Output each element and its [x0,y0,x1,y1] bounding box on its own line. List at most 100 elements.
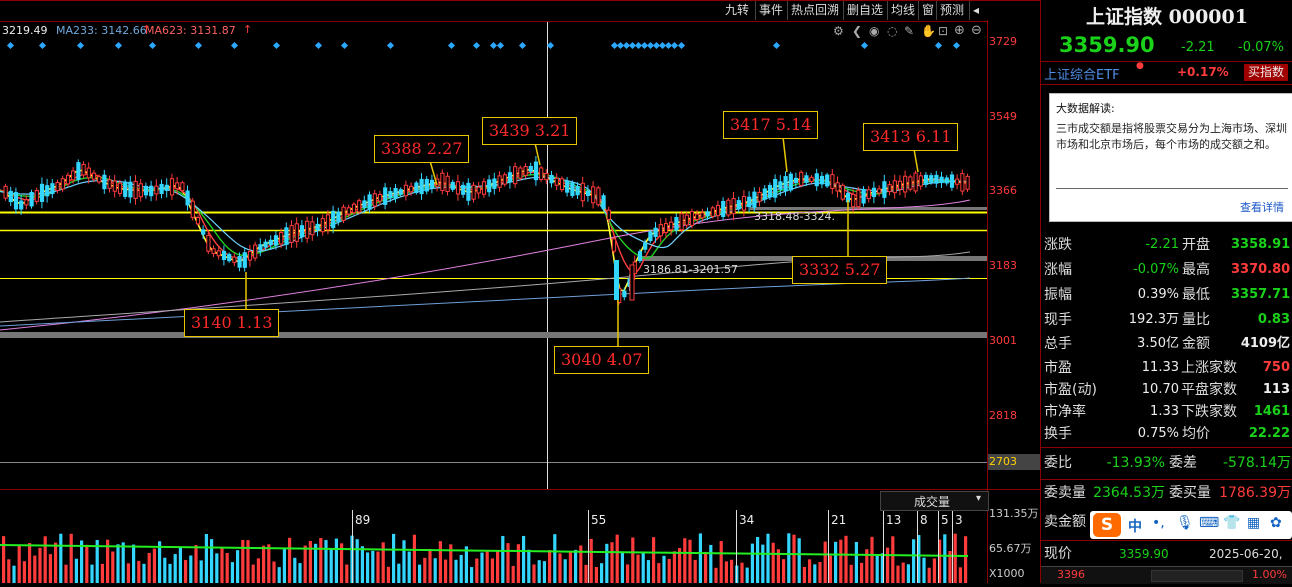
candle-body [731,198,736,215]
volume-bar [288,537,292,583]
candle-body [960,173,965,192]
eye-icon[interactable]: ◉ [869,24,879,38]
candle-body [440,172,445,192]
candle-body [601,195,606,209]
volume-bar [745,567,749,583]
buy-index-button[interactable]: 买指数 [1244,64,1288,81]
index-price: 3359.90 [1059,33,1155,57]
candle-body [362,200,367,208]
volume-bar [345,564,349,583]
candle-body [871,187,877,198]
volume-bar [438,541,442,583]
annotation-3413: 3413 6.11 [863,123,959,151]
candle-body [65,174,71,185]
toolbar-events[interactable]: 事件 [755,1,786,20]
volume-bar [256,558,260,583]
y-tick-3549: 3549 [989,110,1017,123]
hand-icon[interactable]: ✋ [921,24,936,38]
candle-body [227,253,232,262]
candle-body [721,200,726,217]
sell-volume-label: 委卖量 [1044,485,1086,501]
volume-bar [126,563,130,583]
candle-body [565,180,570,193]
skin-icon[interactable]: 👕 [1223,515,1240,531]
popup-detail-link[interactable]: 查看详情 [1240,199,1284,215]
candle-body [518,167,523,179]
quote-row: 涨幅 -0.07% 最高 3370.80 [1041,259,1292,281]
candle-body [24,199,29,206]
toolbar-ma[interactable]: 均线 [887,1,918,20]
volume-bar [808,559,812,583]
candle-body [614,260,619,300]
weibi-value: -13.93% [1106,455,1165,471]
toolbar-window[interactable]: 窗 [918,1,937,20]
toolbar-forecast[interactable]: 预测 [936,1,967,20]
quote-value: 0.39% [1137,287,1179,302]
annotation-leader [782,136,788,173]
event-diamond-icon [677,41,686,50]
volume-selector[interactable]: 成交量 ▾ [880,491,989,511]
candle-body [221,250,227,261]
volume-bar [657,563,661,583]
volume-bar [797,538,801,583]
volume-bar [277,567,281,583]
toolbar-hotspot[interactable]: 热点回溯 [787,1,842,20]
sogou-logo-icon[interactable]: S [1093,513,1121,537]
candle-body [336,211,341,222]
toolbox-icon[interactable]: ▦ [1247,515,1260,531]
candle-body [305,220,310,239]
ime-lang-toggle[interactable]: 中 [1128,516,1142,536]
chevron-icon[interactable]: ❮ [852,24,862,38]
candle-body [154,185,159,195]
candle-body [357,200,362,213]
volume-bar [927,567,931,583]
settings-icon[interactable]: ⚙ [833,24,844,38]
candle-body [294,223,299,242]
quote-value: 0.75% [1137,426,1179,441]
candle-body [497,175,502,188]
hide-icon[interactable]: ◌ [887,24,897,38]
keyboard-icon[interactable]: ⌨ [1199,515,1219,531]
volume-bar [293,557,297,583]
zoom-in-icon[interactable]: ⊕ [954,23,965,38]
candle-body [591,186,596,204]
pen-icon[interactable]: ✎ [904,24,914,38]
candle-body [112,180,117,192]
event-diamond-icon [772,41,781,50]
volume-bar [943,534,947,583]
lock-icon[interactable]: ⊡ [938,24,948,38]
volume-bar [641,551,645,583]
volume-bar [834,541,838,583]
toolbar-remove-watchlist[interactable]: 删自选 [843,1,886,20]
volume-bar [558,553,562,583]
event-diamond-icon [148,41,157,50]
microphone-icon[interactable]: 🎙 [1176,515,1194,531]
candle-body [3,185,8,199]
candle-body [887,184,892,193]
punctuation-icon[interactable]: •, [1152,515,1165,531]
volume-bar [100,563,104,583]
toolbar-jiuzhuan[interactable]: 九转 [722,1,752,20]
ime-toolbar[interactable]: S 中 •, 🎙 ⌨ 👕 ▦ ✿ [1090,511,1292,539]
candle-body [549,174,554,184]
candle-body [159,183,164,194]
volume-bar [506,543,510,583]
volume-bar [771,542,775,583]
quote-label: 涨跌 [1044,237,1072,253]
candle-body [320,218,325,233]
volume-bar [704,551,708,583]
candle-body [611,238,617,252]
candle-body [429,179,435,189]
quote-value: 4109亿 [1240,336,1290,351]
volume-bar [251,564,255,583]
volume-bar [501,535,505,583]
candle-body [539,167,544,181]
fib-count-8: 8 [920,513,928,527]
candle-body [778,181,783,190]
bottom-strip: 3396 1.00% [1041,566,1292,584]
more-icon[interactable]: ✿ [1270,515,1282,531]
etf-link[interactable]: 上证综合ETF [1044,64,1120,83]
kline-chart[interactable]: 九转 事件 热点回溯 删自选 均线 窗 预测 ◂ 3219.49 MA233: … [0,0,1041,583]
toolbar-collapse-icon[interactable]: ◂ [969,1,982,20]
zoom-out-icon[interactable]: ⊖ [971,23,982,38]
